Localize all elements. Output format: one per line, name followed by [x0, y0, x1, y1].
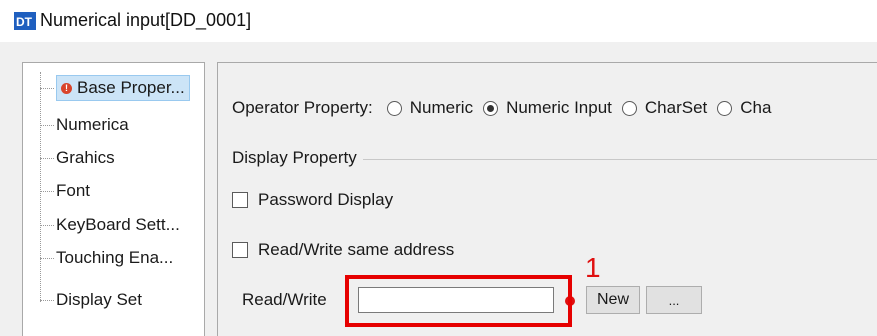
same-address-label: Read/Write same address: [258, 240, 455, 259]
tree-item-label: Display Set: [56, 290, 142, 309]
tree-item-grahics[interactable]: Grahics: [40, 143, 115, 173]
radio-button[interactable]: [386, 100, 402, 116]
annotation-number: 1: [585, 252, 601, 283]
operator-property-label: Operator Property:: [232, 98, 373, 117]
radio-button[interactable]: [717, 100, 733, 116]
radio-numeric[interactable]: Numeric: [386, 98, 473, 118]
new-address-button[interactable]: New: [586, 286, 640, 314]
display-property-group-title: Display Property: [232, 148, 363, 168]
dt-app-icon: DT: [14, 12, 36, 30]
tree-item-label: Font: [56, 181, 91, 200]
password-display-checkbox[interactable]: [232, 192, 248, 208]
tree-item-label: Base Proper...: [77, 78, 185, 97]
radio-numeric-input[interactable]: Numeric Input: [483, 98, 612, 118]
browse-button[interactable]: ...: [646, 286, 702, 314]
password-display-option[interactable]: Password Display: [232, 190, 393, 210]
tree-item-font[interactable]: Font: [40, 176, 90, 206]
tree-item-label: Grahics: [56, 148, 115, 167]
tree-item-display-set[interactable]: Display Set: [40, 285, 142, 315]
tree-item-keyboard-settings[interactable]: KeyBoard Sett...: [40, 210, 180, 240]
operator-property-row: Operator Property: Numeric Numeric Input…: [232, 98, 781, 118]
radio-button-checked[interactable]: [483, 100, 499, 116]
same-address-checkbox[interactable]: [232, 242, 248, 258]
annotation-highlight-box: [345, 275, 572, 327]
read-write-label: Read/Write: [242, 290, 327, 309]
tree-item-base-property[interactable]: ! Base Proper...: [40, 73, 190, 103]
window-title: Numerical input[DD_0001]: [40, 10, 252, 30]
svg-text:DT: DT: [16, 15, 33, 29]
same-address-option[interactable]: Read/Write same address: [232, 240, 454, 260]
radio-cha[interactable]: Cha: [717, 98, 771, 118]
tree-item-numerica[interactable]: Numerica: [40, 110, 129, 140]
tree-item-label: Numerica: [56, 115, 129, 134]
tree-item-label: Touching Ena...: [56, 248, 174, 267]
tree-item-touching-enable[interactable]: Touching Ena...: [40, 243, 173, 273]
warning-icon: !: [61, 82, 72, 94]
title-bar: DT Numerical input[DD_0001]: [0, 0, 877, 42]
tree-item-label: KeyBoard Sett...: [56, 215, 180, 234]
password-display-label: Password Display: [258, 190, 394, 209]
radio-charset[interactable]: CharSet: [621, 98, 707, 118]
radio-button[interactable]: [621, 100, 637, 116]
